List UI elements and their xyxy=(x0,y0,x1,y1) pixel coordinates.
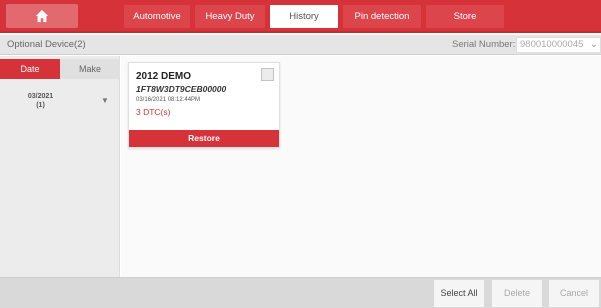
top-nav-bar: Automotive Heavy Duty History Pin detect… xyxy=(0,0,601,33)
home-button[interactable] xyxy=(6,4,78,28)
device-count-title: Optional Device(2) xyxy=(7,39,86,50)
tab-store[interactable]: Store xyxy=(426,5,504,28)
filter-sidebar: Date Make 03/2021 (1) ▼ xyxy=(0,56,120,277)
date-group-label: 03/2021 xyxy=(27,93,54,100)
select-all-button[interactable]: Select All xyxy=(434,280,484,307)
record-checkbox[interactable] xyxy=(261,68,274,81)
tab-heavy-duty[interactable]: Heavy Duty xyxy=(195,5,265,28)
date-group-item[interactable]: 03/2021 (1) xyxy=(18,92,63,110)
tab-make[interactable]: Make xyxy=(60,59,120,79)
chevron-down-icon: ⌄ xyxy=(590,39,598,50)
serial-number-label: Serial Number: xyxy=(452,39,516,50)
cancel-button[interactable]: Cancel xyxy=(549,280,599,307)
expand-arrow-icon[interactable]: ▼ xyxy=(101,96,109,105)
date-group-count: (1) xyxy=(36,102,45,109)
tab-automotive[interactable]: Automotive xyxy=(124,5,190,28)
record-timestamp: 03/16/2021 08:12:44PM xyxy=(136,97,201,103)
tab-date[interactable]: Date xyxy=(0,59,60,79)
vehicle-vin: 1FT8W3DT9CEB00000 xyxy=(136,84,227,94)
tab-history[interactable]: History xyxy=(270,5,338,28)
vehicle-title: 2012 DEMO xyxy=(136,71,192,82)
delete-button[interactable]: Delete xyxy=(492,280,542,307)
serial-number-select[interactable]: 980010000045 ⌄ xyxy=(516,37,601,53)
footer-toolbar: Select All Delete Cancel xyxy=(0,277,601,308)
dtc-count: 3 DTC(s) xyxy=(136,107,171,117)
home-icon xyxy=(35,9,49,23)
record-card[interactable]: 2012 DEMO 1FT8W3DT9CEB00000 03/16/2021 0… xyxy=(128,62,280,148)
device-header: Optional Device(2) Serial Number: 980010… xyxy=(0,35,601,55)
serial-number-value: 980010000045 xyxy=(520,39,584,50)
restore-button[interactable]: Restore xyxy=(129,130,279,147)
tab-pin-detection[interactable]: Pin detection xyxy=(343,5,421,28)
